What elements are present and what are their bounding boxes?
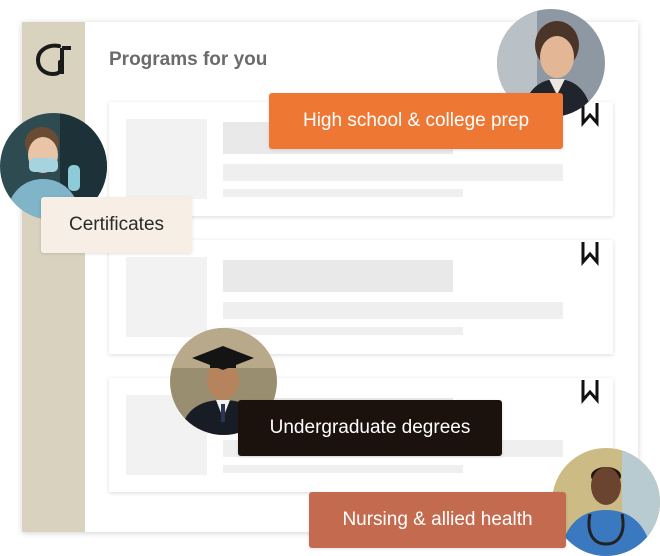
title-placeholder <box>223 260 453 292</box>
category-pill-undergraduate[interactable]: Undergraduate degrees <box>238 400 502 456</box>
text-placeholder <box>223 302 563 319</box>
category-label: Undergraduate degrees <box>269 417 471 438</box>
bookmark-icon[interactable] <box>581 240 599 266</box>
text-placeholder <box>223 189 463 197</box>
category-label: Nursing & allied health <box>342 509 533 530</box>
category-pill-certificates[interactable]: Certificates <box>41 197 192 253</box>
thumbnail-placeholder <box>126 119 207 199</box>
program-card[interactable] <box>109 240 613 354</box>
category-label: High school & college prep <box>302 110 530 131</box>
category-label: Certificates <box>68 214 165 235</box>
text-placeholder <box>223 465 463 473</box>
category-pill-nursing[interactable]: Nursing & allied health <box>309 492 566 548</box>
avatar-healthcare-worker <box>552 448 660 556</box>
g-monogram-logo <box>35 43 71 76</box>
category-pill-high-school[interactable]: High school & college prep <box>269 93 563 149</box>
thumbnail-placeholder <box>126 257 207 337</box>
text-placeholder <box>223 327 463 335</box>
sidebar <box>22 22 85 532</box>
bookmark-icon[interactable] <box>581 378 599 404</box>
page-title: Programs for you <box>109 49 268 70</box>
text-placeholder <box>223 164 563 181</box>
